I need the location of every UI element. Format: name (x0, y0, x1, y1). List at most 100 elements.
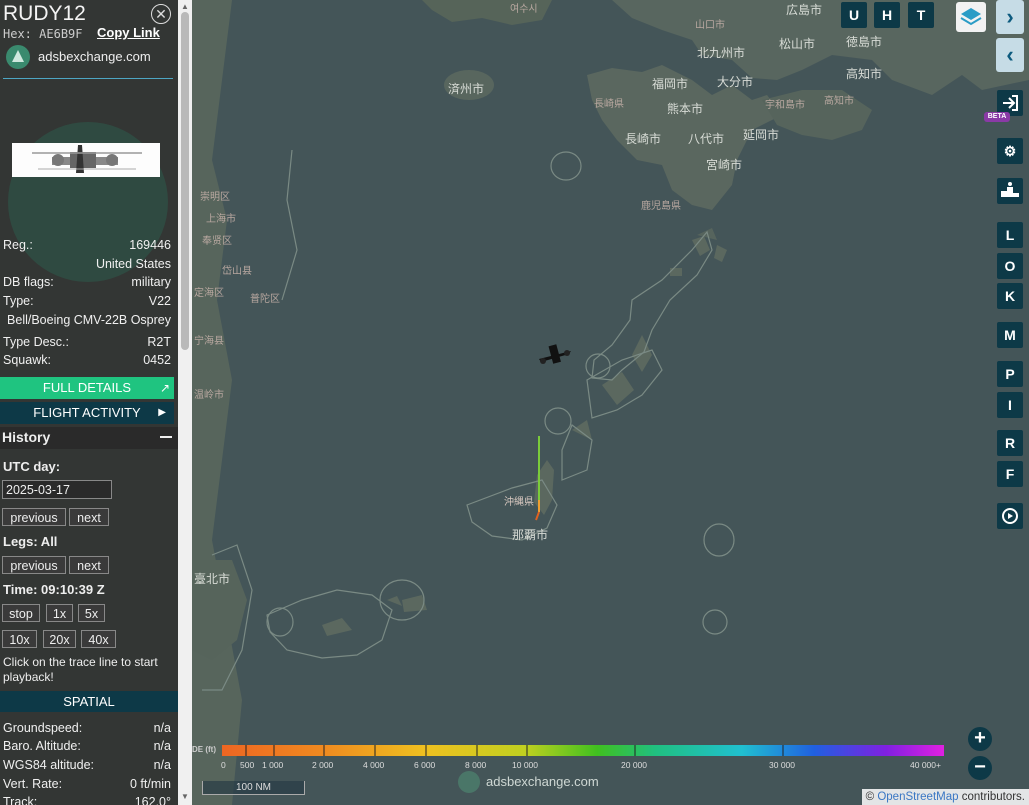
city-label: 崇明区 (200, 192, 230, 203)
city-label: 山口市 (695, 20, 725, 31)
speed-1x-button[interactable]: 1x (46, 604, 73, 622)
history-header[interactable]: History (0, 427, 178, 449)
altitude-tick-label: 8 000 (465, 760, 487, 770)
altitude-tick-label: 6 000 (414, 760, 436, 770)
collapse-icon[interactable] (160, 436, 172, 438)
scrollbar-thumb[interactable] (181, 12, 189, 350)
type-label: Type: (3, 294, 34, 308)
chevron-right-icon[interactable]: › (996, 0, 1024, 34)
city-label: 鹿児島県 (641, 201, 681, 212)
toggle-t-button[interactable]: T (908, 2, 934, 28)
toggle-u-button[interactable]: U (841, 2, 867, 28)
layers-button[interactable] (956, 2, 986, 32)
city-label: 上海市 (206, 214, 236, 225)
reg-label: Reg.: (3, 238, 33, 252)
toggle-f-button[interactable]: F (997, 461, 1023, 487)
sidebar-scrollbar[interactable]: ▲ ▼ (178, 0, 192, 805)
full-details-button[interactable]: FULL DETAILS ↗ (0, 377, 174, 399)
city-label: 宁海县 (194, 336, 224, 347)
copy-link[interactable]: Copy Link (97, 25, 160, 40)
day-next-button[interactable]: next (69, 508, 109, 526)
groundspeed-row: Groundspeed: n/a (3, 721, 171, 737)
osm-link[interactable]: OpenStreetMap (877, 791, 958, 803)
squawk-row: Squawk: 0452 (3, 353, 171, 369)
close-icon[interactable]: ✕ (151, 4, 171, 24)
city-label: 沖縄県 (504, 497, 534, 508)
toggle-o-button[interactable]: O (997, 253, 1023, 279)
aircraft-photo[interactable] (12, 143, 160, 177)
settings-button[interactable]: ⚙ (997, 138, 1023, 164)
chevron-right-icon: ▶ (158, 407, 166, 418)
toggle-m-button[interactable]: M (997, 322, 1023, 348)
altitude-tick-label: 0 (221, 760, 226, 770)
aircraft-marker[interactable] (539, 344, 571, 364)
legs-label: Legs: All (3, 534, 58, 549)
wgs-row: WGS84 altitude: n/a (3, 758, 171, 774)
city-label: 定海区 (194, 288, 224, 299)
type-value: V22 (148, 294, 171, 308)
full-details-label: FULL DETAILS (42, 380, 132, 395)
leaderboard-button[interactable] (997, 178, 1023, 204)
toggle-r-button[interactable]: R (997, 430, 1023, 456)
dbflags-label: DB flags: (3, 275, 54, 289)
altitude-tick-label: 2 000 (312, 760, 334, 770)
leg-previous-button[interactable]: previous (2, 556, 66, 574)
flight-activity-button[interactable]: FLIGHT ACTIVITY ▶ (0, 402, 174, 424)
city-label: 那覇市 (512, 528, 549, 542)
zoom-out-button[interactable]: − (968, 756, 992, 780)
aircraft-info-panel: RUDY12 ✕ Hex: AE6B9F Copy Link adsbexcha… (0, 0, 178, 805)
city-label: 高知市 (824, 96, 854, 107)
baro-row: Baro. Altitude: n/a (3, 739, 171, 755)
replay-icon (1002, 508, 1018, 524)
squawk-value: 0452 (143, 353, 171, 367)
altitude-legend-title: DE (ft) (192, 745, 216, 754)
city-label: 普陀区 (250, 294, 280, 305)
hex-label: Hex: (3, 27, 32, 41)
dbflags-value: military (131, 275, 171, 289)
watermark-text: adsbexchange.com (486, 774, 599, 789)
groundspeed-value: n/a (153, 721, 171, 735)
wgs-label: WGS84 altitude: (3, 758, 95, 772)
spatial-header[interactable]: SPATIAL (0, 691, 178, 712)
replay-button[interactable] (997, 503, 1023, 529)
city-label: 奉贤区 (202, 236, 232, 247)
attribution-prefix: © (865, 791, 875, 803)
toggle-i-button[interactable]: I (997, 392, 1023, 418)
city-label: 徳島市 (846, 35, 883, 49)
vert-label: Vert. Rate: (3, 777, 63, 791)
toggle-h-button[interactable]: H (874, 2, 900, 28)
map-view[interactable]: 広島市 山口市 北九州市 松山市 徳島市 福岡市 大分市 高知市 長崎県 熊本市… (192, 0, 1029, 805)
altitude-tick-label: 10 000 (512, 760, 538, 770)
toggle-l-button[interactable]: L (997, 222, 1023, 248)
vert-value: 0 ft/min (130, 777, 171, 791)
layers-icon (960, 8, 982, 26)
zoom-in-button[interactable]: + (968, 727, 992, 751)
scroll-up-icon[interactable]: ▲ (180, 2, 190, 12)
day-previous-button[interactable]: previous (2, 508, 66, 526)
city-label: 福岡市 (652, 77, 689, 91)
scroll-down-icon[interactable]: ▼ (180, 792, 190, 802)
speed-10x-button[interactable]: 10x (2, 630, 37, 648)
track-value: 162.0° (134, 795, 171, 805)
city-label: 大分市 (717, 75, 754, 89)
speed-stop-button[interactable]: stop (2, 604, 40, 622)
external-link-icon: ↗ (159, 381, 170, 395)
leg-next-button[interactable]: next (69, 556, 109, 574)
altitude-tick-label: 30 000 (769, 760, 795, 770)
utc-date-input[interactable]: 2025-03-17 (2, 480, 112, 499)
speed-20x-button[interactable]: 20x (43, 630, 76, 648)
city-label: 岱山县 (222, 266, 252, 277)
city-label: 八代市 (688, 132, 725, 146)
toggle-k-button[interactable]: K (997, 283, 1023, 309)
track-row: Track: 162.0° (3, 795, 171, 805)
toggle-p-button[interactable]: P (997, 361, 1023, 387)
speed-5x-button[interactable]: 5x (78, 604, 105, 622)
map-basemap (192, 0, 1029, 805)
baro-value: n/a (153, 739, 171, 753)
chevron-left-icon[interactable]: ‹ (996, 38, 1024, 72)
city-label: 済州市 (448, 82, 485, 96)
reg-row: Reg.: 169446 (3, 238, 171, 254)
type-full: Bell/Boeing CMV-22B Osprey (7, 313, 171, 327)
speed-40x-button[interactable]: 40x (81, 630, 116, 648)
city-label: 宮崎市 (706, 158, 743, 172)
